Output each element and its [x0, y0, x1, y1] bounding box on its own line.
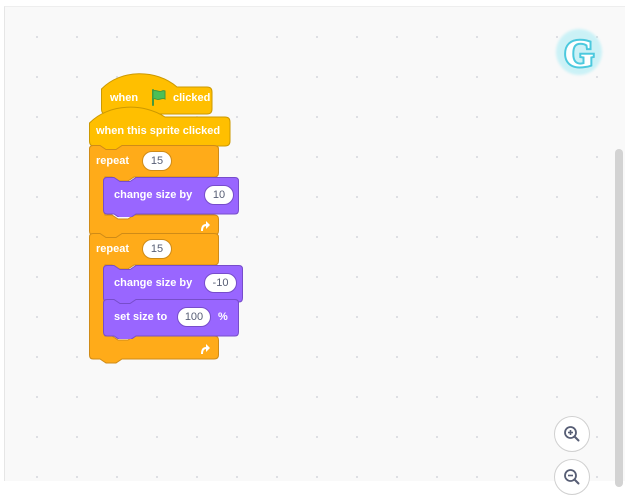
zoom-out-button[interactable] — [554, 459, 590, 495]
repeat-count-input[interactable]: 15 — [142, 151, 172, 171]
zoom-in-icon — [564, 426, 580, 442]
hat-sprite-clicked-label: when this sprite clicked — [96, 125, 221, 137]
repeat-count-input[interactable]: 15 — [142, 239, 172, 259]
change-size-label: change size by — [114, 277, 193, 289]
set-size-value-input[interactable]: 100 — [177, 307, 211, 327]
set-size-label: set size to — [114, 311, 168, 323]
vertical-scrollbar[interactable] — [615, 149, 623, 487]
code-workspace[interactable]: G when clicked when this sprite clicked … — [4, 6, 625, 495]
repeat-label: repeat — [96, 243, 130, 255]
zoom-in-button[interactable] — [554, 416, 590, 452]
change-size-value-input[interactable]: -10 — [204, 273, 237, 293]
loop-arrow-icon — [201, 221, 210, 231]
change-size-label: change size by — [114, 189, 193, 201]
set-size-unit-label: % — [218, 311, 228, 323]
logo-letter: G — [564, 33, 594, 75]
repeat-label: repeat — [96, 155, 130, 167]
change-size-value-input[interactable]: 10 — [204, 185, 234, 205]
zoom-out-icon — [564, 469, 580, 485]
loop-arrow-icon — [201, 344, 210, 354]
sprite-logo-icon: G — [556, 29, 602, 77]
